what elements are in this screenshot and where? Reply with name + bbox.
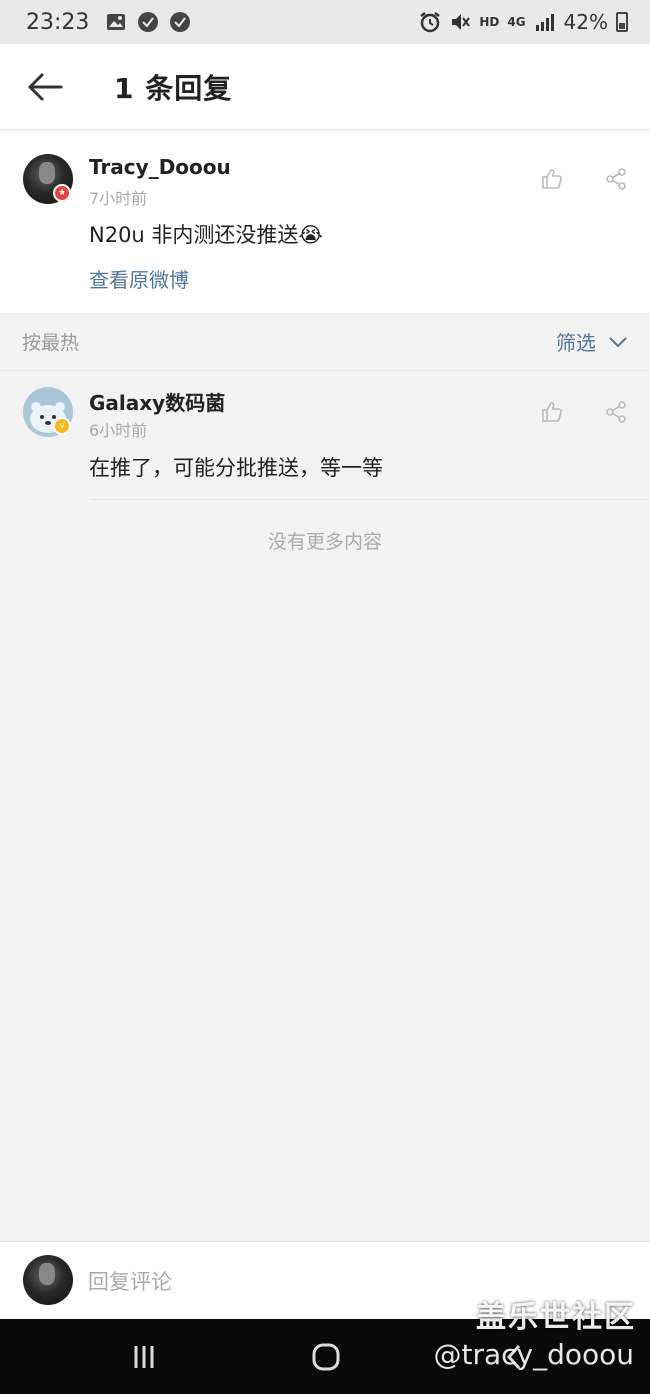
sort-bar: 按最热 筛选 bbox=[0, 313, 650, 371]
divider bbox=[90, 499, 650, 500]
crying-emoji-icon: 😭 bbox=[298, 223, 323, 247]
hd-indicator: HD bbox=[479, 15, 500, 29]
filter-button[interactable]: 筛选 bbox=[556, 327, 628, 356]
filter-label: 筛选 bbox=[556, 331, 596, 355]
post-time: 7小时前 bbox=[89, 189, 148, 208]
star-badge-icon: ★ bbox=[53, 184, 71, 202]
reply-text: 在推了，可能分批推送，等一等 bbox=[89, 456, 383, 480]
watermark-handle: @tracy_dooou bbox=[433, 1338, 634, 1371]
recent-apps-icon bbox=[134, 1346, 154, 1368]
share-icon bbox=[606, 401, 626, 423]
mute-icon bbox=[449, 12, 471, 32]
header: 1 条回复 bbox=[0, 44, 650, 130]
status-bar: 23:23 HD 4G 42% bbox=[0, 0, 650, 44]
post-text: N20u 非内测还没推送 bbox=[89, 223, 299, 247]
share-icon bbox=[606, 168, 626, 190]
reply-username[interactable]: Galaxy数码菌 bbox=[89, 387, 225, 416]
status-time: 23:23 bbox=[26, 9, 90, 35]
reply-time: 6小时前 bbox=[89, 421, 148, 440]
recent-apps-button[interactable] bbox=[124, 1343, 164, 1371]
battery-percent: 42% bbox=[563, 10, 608, 34]
sort-hot-label[interactable]: 按最热 bbox=[22, 328, 79, 355]
page-title: 1 条回复 bbox=[114, 71, 233, 105]
share-button[interactable] bbox=[603, 166, 629, 192]
post-content: N20u 非内测还没推送😭 bbox=[89, 219, 323, 249]
original-post: ★ Tracy_Dooou 7小时前 N20u 非内测还没推送😭 查看原微博 bbox=[0, 131, 650, 313]
thumbs-up-icon bbox=[542, 169, 562, 189]
verified-badge-icon: v bbox=[53, 417, 71, 435]
back-button[interactable] bbox=[0, 44, 90, 130]
reply-comment-input[interactable]: 回复评论 bbox=[88, 1266, 172, 1296]
share-button[interactable] bbox=[603, 399, 629, 425]
view-original-link[interactable]: 查看原微博 bbox=[89, 264, 189, 293]
signal-icon bbox=[534, 12, 556, 32]
network-type: 4G bbox=[507, 15, 526, 29]
avatar bbox=[23, 1255, 73, 1305]
thumbs-up-icon bbox=[542, 402, 562, 422]
post-username[interactable]: Tracy_Dooou bbox=[89, 155, 231, 179]
chevron-down-icon bbox=[609, 336, 627, 347]
like-button[interactable] bbox=[539, 166, 565, 192]
no-more-content-label: 没有更多内容 bbox=[267, 531, 382, 553]
gallery-icon bbox=[105, 12, 127, 32]
home-icon bbox=[312, 1343, 340, 1371]
alarm-icon bbox=[419, 12, 441, 33]
home-button[interactable] bbox=[306, 1341, 346, 1373]
like-button[interactable] bbox=[539, 399, 565, 425]
check-badge-icon bbox=[137, 12, 159, 32]
check-badge-icon bbox=[169, 12, 191, 32]
battery-icon bbox=[616, 12, 628, 32]
watermark-title: 盖乐世社区 bbox=[476, 1300, 636, 1335]
arrow-left-icon bbox=[28, 73, 63, 100]
reply-item: v Galaxy数码菌 6小时前 在推了，可能分批推送，等一等 bbox=[0, 372, 650, 500]
